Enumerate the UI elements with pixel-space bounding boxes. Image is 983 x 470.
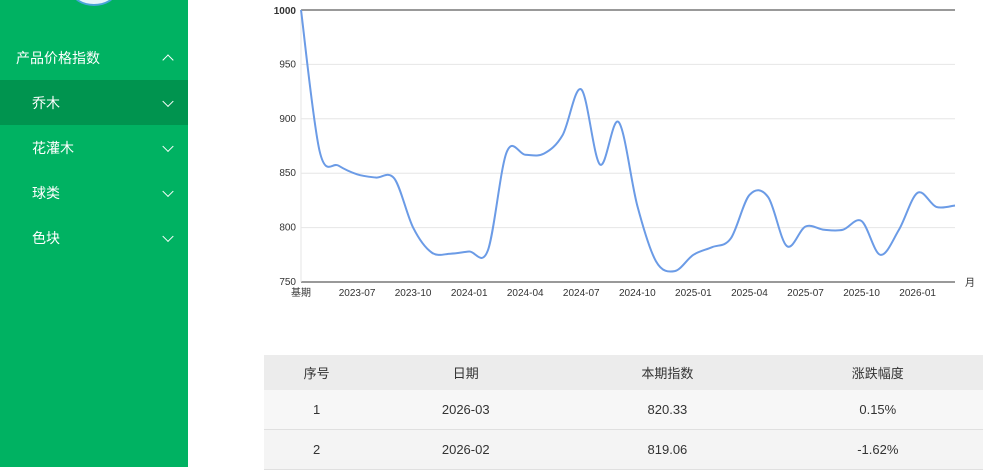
chevron-down-icon xyxy=(162,185,174,197)
x-tick-label: 2025-04 xyxy=(731,288,768,299)
logo xyxy=(72,0,116,6)
menu-label: 产品价格指数 xyxy=(16,49,100,66)
cell-date: 2026-03 xyxy=(369,390,563,430)
x-tick-label: 2023-07 xyxy=(339,288,376,299)
x-tick-label: 基期 xyxy=(291,286,311,299)
x-tick-label: 2024-04 xyxy=(507,288,544,299)
sidebar-item-label: 球类 xyxy=(32,184,60,201)
chevron-down-icon xyxy=(162,95,174,107)
sidebar-item-label: 色块 xyxy=(32,229,60,246)
cell-index-value: 819.06 xyxy=(562,429,773,470)
x-axis-unit: 月 xyxy=(965,277,975,289)
x-tick-label: 2025-01 xyxy=(675,288,712,299)
price-index-line-chart: 1000 950 900 850 800 750基期 2023-07 2023-10 2024-… xyxy=(274,6,975,299)
x-tick-label: 2024-10 xyxy=(619,288,656,299)
table-row: 1 2026-03 820.33 0.15% xyxy=(264,390,983,430)
series-line xyxy=(300,9,956,273)
col-header-change: 涨跌幅度 xyxy=(772,355,983,390)
y-tick-label: 1000 xyxy=(274,6,297,17)
cell-index: 1 xyxy=(264,390,370,430)
chevron-up-icon xyxy=(162,53,174,66)
table-header-row: 序号 日期 本期指数 涨跌幅度 xyxy=(264,355,983,390)
x-tick-label: 2023-10 xyxy=(395,288,432,299)
col-header-date: 日期 xyxy=(369,355,563,390)
x-tick-label: 2024-07 xyxy=(563,288,600,299)
y-tick-label: 750 xyxy=(279,277,296,288)
y-tick-label: 950 xyxy=(279,59,296,70)
sidebar-item-label: 花灌木 xyxy=(32,139,74,156)
cell-index: 2 xyxy=(264,429,370,470)
col-header-current-index: 本期指数 xyxy=(562,355,773,390)
x-tick-label: 2024-01 xyxy=(451,288,488,299)
chevron-down-icon xyxy=(162,230,174,242)
table-row: 2 2026-02 819.06 -1.62% xyxy=(264,429,983,470)
sidebar-item-ball-plants[interactable]: 球类 xyxy=(0,170,188,215)
cell-change: 0.15% xyxy=(772,390,983,430)
cell-date: 2026-02 xyxy=(369,429,563,470)
x-tick-label: 2026-01 xyxy=(899,288,936,299)
sidebar-item-arbor[interactable]: 乔木 xyxy=(0,80,188,125)
sidebar-item-flowering-shrub[interactable]: 花灌木 xyxy=(0,125,188,170)
chevron-down-icon xyxy=(162,140,174,152)
cell-change: -1.62% xyxy=(772,429,983,470)
y-tick-label: 900 xyxy=(279,114,296,125)
y-tick-label: 850 xyxy=(279,168,296,179)
price-index-table: 序号 日期 本期指数 涨跌幅度 1 2026-03 820.33 0.15% 2… xyxy=(264,355,983,470)
sidebar-item-label: 乔木 xyxy=(32,94,60,111)
cell-index-value: 820.33 xyxy=(562,390,773,430)
y-tick-label: 800 xyxy=(279,223,296,234)
col-header-index: 序号 xyxy=(264,355,370,390)
x-tick-label: 2025-10 xyxy=(843,288,880,299)
sidebar-item-color-blocks[interactable]: 色块 xyxy=(0,215,188,260)
menu-product-price-index[interactable]: 产品价格指数 xyxy=(0,35,188,80)
sidebar: 产品价格指数 乔木 花灌木 球类 色块 xyxy=(0,0,188,467)
x-tick-label: 2025-07 xyxy=(787,288,824,299)
